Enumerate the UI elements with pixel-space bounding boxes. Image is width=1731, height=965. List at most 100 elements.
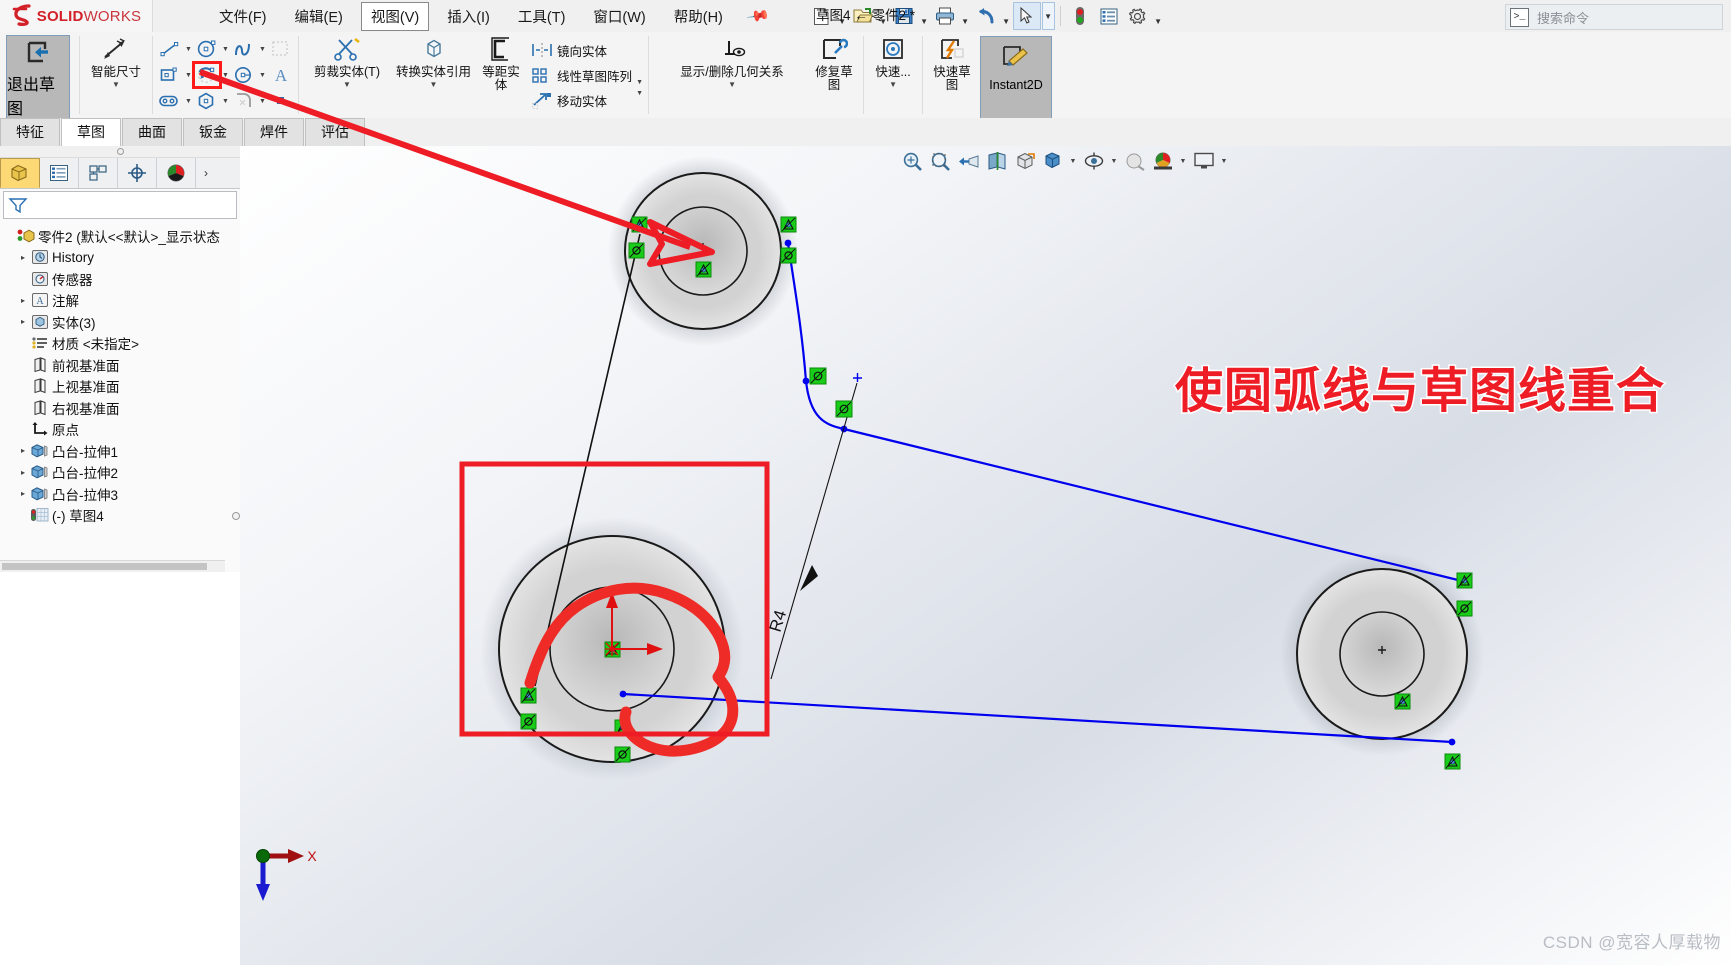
pushpin-icon[interactable]: 📌	[745, 3, 771, 29]
sketch-endpoint[interactable]	[1448, 738, 1456, 746]
menu-edit[interactable]: 编辑(E)	[285, 2, 353, 31]
tree-horizontal-scrollbar[interactable]	[0, 560, 225, 572]
quick-snaps-button[interactable]: 快速... ▼	[869, 32, 917, 118]
tree-arrow[interactable]: ▸	[16, 446, 30, 455]
arc-tool-dropdown[interactable]: ▼	[220, 72, 231, 79]
convert-entities-dropdown[interactable]: ▼	[430, 80, 438, 89]
menu-tools[interactable]: 工具(T)	[508, 2, 576, 31]
ellipse-tool[interactable]	[231, 63, 257, 87]
property-manager-tab[interactable]	[40, 158, 79, 188]
tree-item-solid-bodies[interactable]: ▸ 实体(3)	[2, 311, 240, 333]
tree-item-boss-extrude-2[interactable]: ▸ 凸台-拉伸2	[2, 462, 240, 484]
move-entities-dropdown[interactable]: ▼	[634, 90, 645, 97]
graphics-area[interactable]: ▼ ▼ ▼ ▼ R4 Y X 使圆弧线与草图线重合 CSDN @宽容人厚载物	[240, 146, 1731, 965]
rectangle-tool[interactable]	[157, 63, 183, 87]
trim-entities-dropdown[interactable]: ▼	[343, 80, 351, 89]
rectangle-tool-dropdown[interactable]: ▼	[183, 72, 194, 79]
fillet-tool-dropdown[interactable]: ▼	[257, 98, 268, 105]
tree-item-part[interactable]: 零件2 (默认<<默认>_显示状态	[2, 225, 240, 247]
relation-coincident-marker[interactable]	[695, 261, 712, 278]
relation-tangent-marker[interactable]	[614, 746, 631, 763]
spline-tool[interactable]	[231, 37, 257, 61]
tree-item-sensors[interactable]: 传感器	[2, 268, 240, 290]
polygon-tool-dropdown[interactable]: ▼	[220, 98, 231, 105]
save-button[interactable]	[890, 2, 918, 30]
relation-tangent-marker[interactable]	[835, 400, 853, 418]
menu-window[interactable]: 窗口(W)	[583, 2, 655, 31]
tree-item-right-plane[interactable]: 右视基准面	[2, 397, 240, 419]
linear-pattern-row[interactable]: 线性草图阵列	[529, 63, 632, 88]
tree-item-annotations[interactable]: ▸ A 注解	[2, 290, 240, 312]
tab-sheetmetal[interactable]: 钣金	[183, 118, 243, 146]
dimxpert-manager-tab[interactable]	[118, 158, 157, 188]
tree-item-sketch4[interactable]: (-) 草图4	[2, 505, 240, 527]
ellipse-tool-dropdown[interactable]: ▼	[257, 72, 268, 79]
sketch-endpoint[interactable]	[784, 239, 792, 247]
circle-tool-dropdown[interactable]: ▼	[220, 46, 231, 53]
tab-sketch[interactable]: 草图	[61, 118, 121, 147]
tab-weldments[interactable]: 焊件	[244, 118, 304, 146]
tree-item-origin[interactable]: 原点	[2, 419, 240, 441]
print-dropdown[interactable]: ▼	[960, 2, 971, 31]
linear-pattern-dropdown[interactable]: ▼	[634, 79, 645, 86]
tree-filter-bar[interactable]	[3, 191, 237, 219]
relation-tangent-marker[interactable]	[780, 247, 797, 264]
feature-manager-tab[interactable]	[0, 158, 40, 188]
relation-tangent-marker[interactable]	[628, 242, 645, 259]
arc-tool[interactable]	[192, 61, 222, 89]
polygon-tool[interactable]	[194, 89, 220, 113]
relation-coincident-marker[interactable]	[1456, 572, 1473, 589]
spline-tool-dropdown[interactable]: ▼	[257, 46, 268, 53]
tab-evaluate[interactable]: 评估	[305, 118, 365, 146]
smart-dimension-button[interactable]: 智能尺寸 ▼	[85, 32, 147, 118]
trim-entities-button[interactable]: 剪裁实体(T) ▼	[304, 32, 390, 118]
radius-dimension-R4[interactable]: R4	[766, 373, 862, 680]
tree-arrow[interactable]: ▸	[16, 253, 30, 262]
circle-tool[interactable]	[194, 37, 220, 61]
exit-sketch-button[interactable]: 退出草图	[6, 35, 70, 120]
line-tool[interactable]	[157, 37, 183, 61]
tab-features[interactable]: 特征	[0, 118, 60, 146]
sketch-endpoint[interactable]	[619, 690, 627, 698]
menu-file[interactable]: 文件(F)	[209, 2, 277, 31]
relation-coincident-marker[interactable]	[520, 687, 537, 704]
display-delete-relations-button[interactable]: 显示/删除几何关系 ▼	[654, 32, 810, 118]
instant2d-button[interactable]: Instant2D	[980, 36, 1053, 122]
relation-tangent-marker[interactable]	[1456, 600, 1473, 617]
configuration-manager-tab[interactable]	[79, 158, 118, 188]
slot-tool-dropdown[interactable]: ▼	[183, 98, 194, 105]
relation-tangent-marker[interactable]	[520, 713, 537, 730]
new-document-dropdown[interactable]: ▼	[837, 2, 848, 31]
menu-help[interactable]: 帮助(H)	[664, 2, 733, 31]
relation-coincident-marker[interactable]	[631, 216, 648, 233]
fillet-tool[interactable]	[231, 89, 257, 113]
sketch-line-to-right-pulley[interactable]	[843, 427, 1463, 583]
tree-item-boss-extrude-1[interactable]: ▸ 凸台-拉伸1	[2, 440, 240, 462]
quick-sketch-button[interactable]: 快速草图	[928, 32, 976, 118]
display-delete-relations-dropdown[interactable]: ▼	[728, 80, 736, 89]
select-tool-button[interactable]	[1012, 2, 1041, 30]
panel-collapse-handle[interactable]	[0, 146, 240, 158]
tree-arrow[interactable]: ▸	[16, 317, 30, 326]
tree-item-material[interactable]: 材质 <未指定>	[2, 333, 240, 355]
relation-coincident-marker[interactable]	[1394, 693, 1411, 710]
tree-arrow[interactable]: ▸	[16, 296, 30, 305]
menu-view[interactable]: 视图(V)	[360, 1, 430, 31]
menu-insert[interactable]: 插入(I)	[437, 2, 500, 31]
smart-dimension-dropdown[interactable]: ▼	[112, 80, 120, 89]
new-document-button[interactable]	[808, 2, 836, 30]
options-list-button[interactable]	[1095, 2, 1123, 30]
scrollbar-thumb[interactable]	[2, 563, 207, 570]
quick-snaps-dropdown[interactable]: ▼	[889, 80, 897, 89]
repair-sketch-button[interactable]: 修复草图	[810, 32, 858, 118]
slot-tool[interactable]	[157, 89, 183, 113]
open-document-dropdown[interactable]: ▼	[878, 2, 889, 31]
select-tool-dropdown[interactable]: ▼	[1041, 2, 1055, 30]
undo-button[interactable]	[972, 2, 1000, 30]
tree-item-boss-extrude-3[interactable]: ▸ 凸台-拉伸3	[2, 483, 240, 505]
convert-entities-button[interactable]: 转换实体引用 ▼	[390, 32, 477, 118]
relation-coincident-marker[interactable]	[1444, 753, 1461, 770]
save-dropdown[interactable]: ▼	[919, 2, 930, 31]
print-button[interactable]	[931, 2, 959, 30]
pulley-right[interactable]	[1280, 552, 1484, 756]
